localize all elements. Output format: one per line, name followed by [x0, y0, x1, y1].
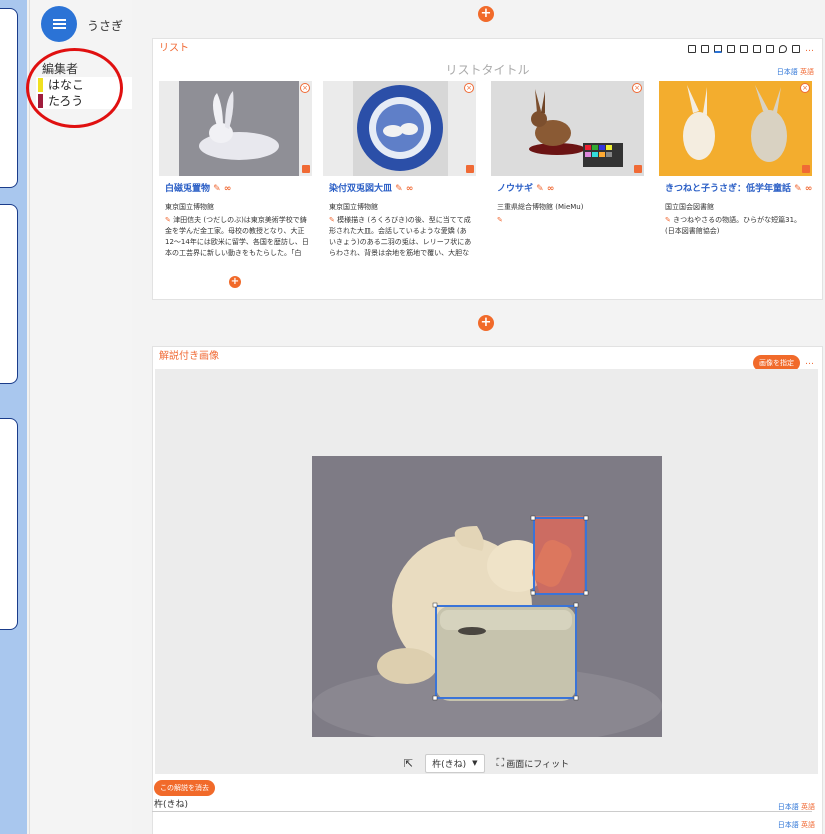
view-book-icon[interactable] — [766, 45, 774, 53]
card-description: ✎ きつねやさるの物語。ひらがな短篇31。(日本図書館協会) — [665, 216, 802, 235]
list-card[interactable]: × 染付双兎図大皿 ✎ ∞ 東京国立博物館 ✎ 模様描き (ろくろびき)の後、型… — [323, 81, 476, 296]
description-language-switch[interactable]: 日本語 英語 — [778, 820, 815, 830]
card-title[interactable]: 白磁兎置物 ✎ ∞ — [165, 181, 231, 194]
card-source: 東京国立博物館 — [165, 203, 214, 211]
list-view-toolbar: … — [688, 45, 814, 54]
card-title[interactable]: きつねと子うさぎ：低学年童話 ✎ ∞ — [665, 181, 812, 194]
list-more-icon[interactable]: … — [805, 45, 814, 54]
view-bullets-icon[interactable] — [792, 45, 800, 53]
card-thumbnail[interactable] — [323, 81, 476, 176]
viewer-controls: ⇱ 杵(きね) ▼ ⛶ 画面にフィット — [155, 753, 818, 773]
edit-pencil-icon[interactable]: ✎ — [536, 184, 544, 194]
left-panel-1[interactable] — [0, 8, 18, 188]
view-text-icon[interactable] — [740, 45, 748, 53]
card-source: 東京国立博物館 — [329, 203, 378, 211]
edit-pencil-icon[interactable]: ✎ — [497, 216, 503, 224]
add-block-button-top[interactable]: + — [478, 6, 494, 22]
list-language-switch[interactable]: 日本語 英語 — [777, 67, 814, 77]
card-description: ✎ — [497, 215, 641, 259]
annotation-select[interactable]: 杵(きね) ▼ — [425, 753, 485, 773]
fit-screen-icon: ⛶ — [496, 756, 505, 769]
card-image-badge-icon[interactable] — [302, 165, 310, 173]
list-section: リスト … リストタイトル 日本語 英語 × 白磁兎置物 ✎ ∞ 東京国立博物館… — [152, 38, 823, 300]
view-grid-icon[interactable] — [727, 45, 735, 53]
add-card-button[interactable]: + — [229, 276, 241, 288]
left-panel-3[interactable] — [0, 418, 18, 630]
card-description: ✎ 津田信夫 (つだしのぶ)は東京美術学校で鋳金を学んだ金工家。母校の教授となり… — [165, 216, 309, 257]
card-thumbnail[interactable] — [491, 81, 644, 176]
list-card[interactable]: × きつねと子うさぎ：低学年童話 ✎ ∞ 国立国会図書館 ✎ きつねやさるの物語… — [659, 81, 812, 296]
red-annotation-circle — [26, 48, 123, 128]
chevron-down-icon: ▼ — [472, 759, 478, 767]
link-icon[interactable]: ∞ — [805, 184, 812, 194]
view-image-icon[interactable] — [753, 45, 761, 53]
card-title[interactable]: ノウサギ ✎ ∞ — [497, 181, 554, 194]
annotation-name-input[interactable]: 杵(きね) — [154, 797, 188, 810]
link-icon[interactable]: ∞ — [547, 184, 555, 194]
view-cards-icon[interactable] — [714, 45, 722, 53]
annotated-section-label: 解説付き画像 — [159, 351, 219, 362]
lang-secondary[interactable]: 英語 — [801, 803, 815, 811]
card-thumbnail[interactable] — [659, 81, 812, 176]
image-viewer[interactable]: ⇱ 杵(きね) ▼ ⛶ 画面にフィット — [155, 369, 818, 774]
annotated-image-section: 解説付き画像 画像を指定 … ⇱ 杵(きね) ▼ ⛶ 画面にフィット — [152, 346, 823, 834]
card-remove-icon[interactable]: × — [632, 83, 642, 93]
edit-pencil-icon[interactable]: ✎ — [794, 184, 802, 194]
card-description: ✎ 模様描き (ろくろびき)の後、型に当てて成形された大皿。会話しているような愛… — [329, 216, 472, 257]
edit-pencil-icon[interactable]: ✎ — [395, 184, 403, 194]
view-single-icon[interactable] — [688, 45, 696, 53]
annotation-select-value: 杵(きね) — [432, 759, 467, 770]
list-title-input[interactable]: リストタイトル — [153, 61, 822, 78]
card-image-badge-icon[interactable] — [802, 165, 810, 173]
lang-primary[interactable]: 日本語 — [778, 821, 799, 829]
link-icon[interactable]: ∞ — [406, 184, 414, 194]
edit-pencil-icon[interactable]: ✎ — [665, 216, 671, 224]
lang-primary[interactable]: 日本語 — [778, 803, 799, 811]
fit-label: 画面にフィット — [506, 759, 570, 770]
list-section-label: リスト — [159, 43, 189, 54]
remove-annotation-button[interactable]: この解説を消去 — [154, 780, 215, 796]
view-map-pin-icon[interactable] — [779, 45, 787, 53]
edit-pencil-icon[interactable]: ✎ — [213, 184, 221, 194]
card-image-badge-icon[interactable] — [466, 165, 474, 173]
editor-sidebar: うさぎ 編集者 はなこ たろう — [26, 0, 162, 834]
left-panel-2[interactable] — [0, 204, 18, 384]
card-title[interactable]: 染付双兎図大皿 ✎ ∞ — [329, 181, 413, 194]
card-remove-icon[interactable]: × — [300, 83, 310, 93]
card-image-badge-icon[interactable] — [634, 165, 642, 173]
list-card[interactable]: × ノウサギ ✎ ∞ 三重県総合博物館 (MieMu) ✎ — [491, 81, 644, 296]
fit-to-screen-button[interactable]: ⛶ 画面にフィット — [497, 756, 570, 770]
lang-primary[interactable]: 日本語 — [777, 68, 798, 76]
edit-pencil-icon[interactable]: ✎ — [329, 216, 335, 224]
edit-pencil-icon[interactable]: ✎ — [165, 216, 171, 224]
link-icon[interactable]: ∞ — [224, 184, 232, 194]
left-nav-strip — [0, 0, 27, 834]
card-remove-icon[interactable]: × — [800, 83, 810, 93]
list-card[interactable]: × 白磁兎置物 ✎ ∞ 東京国立博物館 ✎ 津田信夫 (つだしのぶ)は東京美術学… — [159, 81, 312, 296]
card-source: 三重県総合博物館 (MieMu) — [497, 203, 584, 211]
main-content: + リスト … リストタイトル 日本語 英語 × 白磁兎置物 ✎ ∞ 東京国立博… — [132, 0, 825, 834]
share-icon[interactable]: ⇱ — [404, 757, 413, 770]
card-source: 国立国会図書館 — [665, 203, 714, 211]
lang-secondary[interactable]: 英語 — [800, 68, 814, 76]
hamburger-icon — [52, 23, 66, 25]
annotated-photo[interactable] — [312, 456, 662, 737]
annotation-name-underline — [152, 811, 812, 812]
annotated-more-icon[interactable]: … — [805, 357, 814, 367]
menu-button[interactable] — [41, 6, 77, 42]
card-thumbnail[interactable] — [159, 81, 312, 176]
view-list-icon[interactable] — [701, 45, 709, 53]
lang-secondary[interactable]: 英語 — [801, 821, 815, 829]
card-remove-icon[interactable]: × — [464, 83, 474, 93]
username: うさぎ — [87, 19, 124, 33]
add-block-button-middle[interactable]: + — [478, 315, 494, 331]
